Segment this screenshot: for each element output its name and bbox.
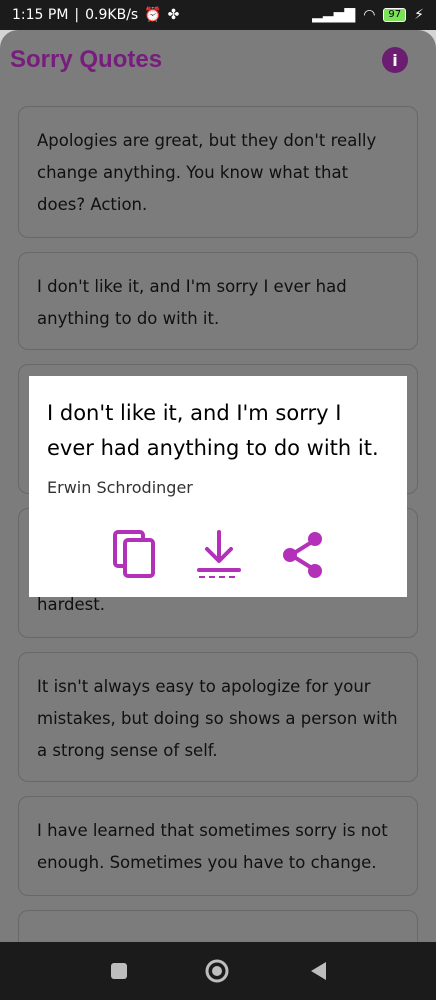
signal-icon: ▂▃▅▇	[312, 7, 356, 23]
wifi-icon: ◠	[363, 7, 376, 23]
network-speed: 0.9KB/s	[85, 7, 139, 23]
system-nav-bar	[0, 942, 436, 1000]
battery-icon: 97	[383, 8, 407, 22]
triangle-back-icon	[311, 962, 326, 980]
status-bar: 1:15 PM | 0.9KB/s ⏰ ✤ ▂▃▅▇ ◠ 97 ⚡	[0, 0, 436, 30]
status-time: 1:15 PM	[12, 7, 69, 23]
recents-button[interactable]	[106, 958, 132, 984]
alarm-off-icon: ⏰	[144, 7, 162, 23]
copy-icon	[113, 530, 155, 578]
copy-button[interactable]	[109, 526, 161, 582]
quote-dialog: I don't like it, and I'm sorry I ever ha…	[29, 376, 407, 597]
share-icon	[283, 532, 322, 578]
app-notification-icon: ✤	[167, 7, 180, 23]
share-button[interactable]	[277, 526, 329, 582]
download-icon	[197, 530, 241, 578]
dialog-actions	[29, 526, 407, 586]
dialog-quote-text: I don't like it, and I'm sorry I ever ha…	[47, 401, 379, 460]
circle-icon	[205, 959, 229, 983]
dialog-author: Erwin Schrodinger	[47, 478, 193, 497]
back-button[interactable]	[306, 958, 332, 984]
download-button[interactable]	[193, 526, 245, 582]
square-icon	[111, 963, 127, 979]
home-button[interactable]	[204, 958, 230, 984]
charging-icon: ⚡	[414, 7, 424, 23]
